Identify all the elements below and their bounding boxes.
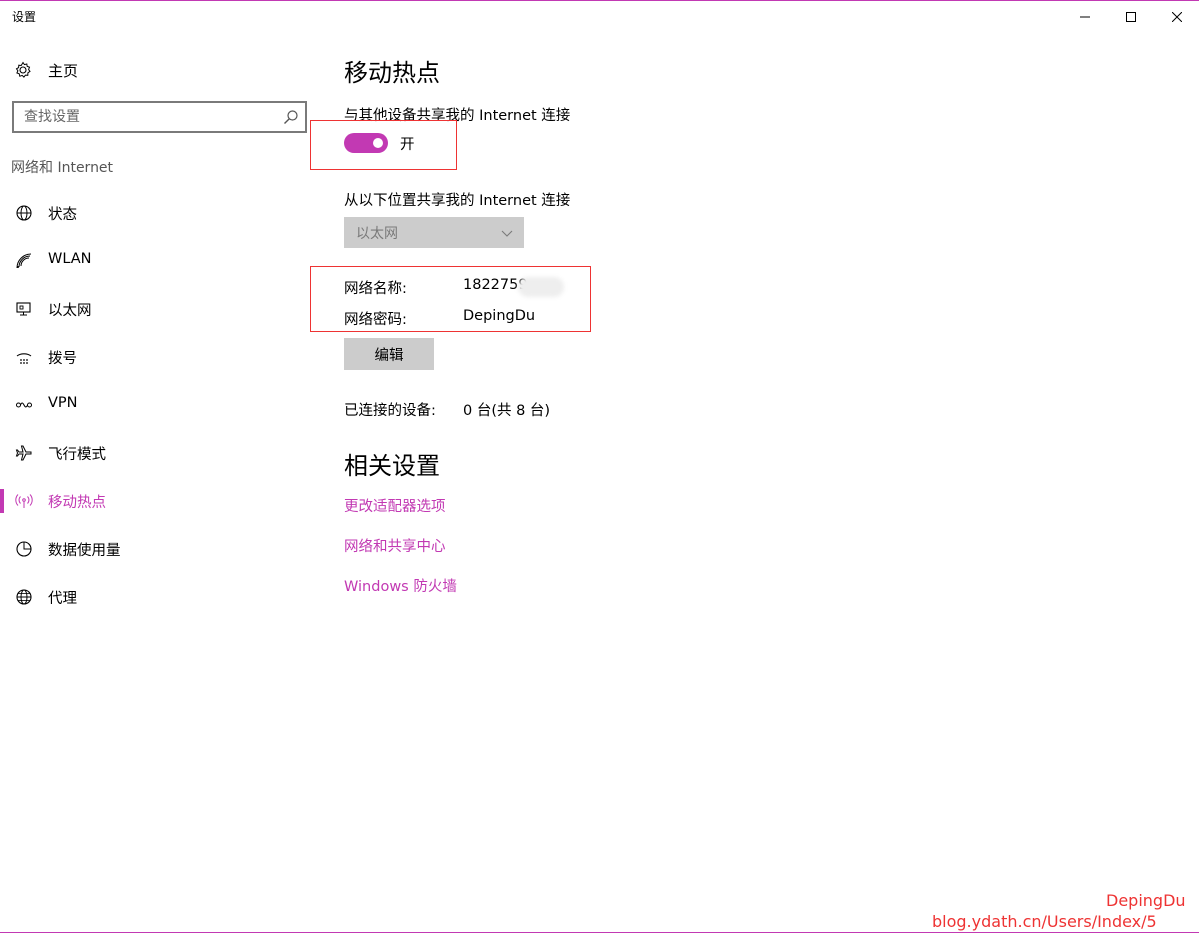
sidebar-item-label: 数据使用量 <box>48 543 121 559</box>
ethernet-icon <box>16 302 31 316</box>
sidebar: 主页 网络和 Internet 状态 W <box>0 33 320 913</box>
gear-icon <box>15 61 31 78</box>
link-network-sharing-center[interactable]: 网络和共享中心 <box>344 535 446 556</box>
dialup-icon <box>16 353 32 364</box>
sidebar-item-ethernet[interactable]: 以太网 <box>0 287 320 331</box>
close-button[interactable] <box>1154 1 1199 33</box>
chevron-down-icon <box>501 230 513 237</box>
network-password-value: DepingDu <box>463 308 536 324</box>
link-adapter-options[interactable]: 更改适配器选项 <box>344 495 446 516</box>
wifi-icon <box>16 253 32 269</box>
sidebar-home[interactable]: 主页 <box>0 53 320 87</box>
search-box[interactable] <box>12 101 307 133</box>
vpn-icon <box>16 402 32 408</box>
sidebar-item-wlan[interactable]: WLAN <box>0 239 320 283</box>
maximize-icon <box>1126 12 1136 22</box>
sidebar-item-label: VPN <box>48 395 78 411</box>
sidebar-item-label: 飞行模式 <box>48 447 106 463</box>
sidebar-item-vpn[interactable]: VPN <box>0 383 320 427</box>
sidebar-item-label: WLAN <box>48 251 92 267</box>
edit-button[interactable]: 编辑 <box>344 338 434 370</box>
sidebar-home-label: 主页 <box>48 62 79 80</box>
sidebar-item-label: 移动热点 <box>48 495 106 511</box>
hotspot-toggle[interactable] <box>344 133 388 153</box>
section-heading: 网络和 Internet <box>11 160 114 176</box>
sidebar-item-hotspot[interactable]: 移动热点 <box>0 479 320 523</box>
close-icon <box>1172 12 1182 22</box>
sidebar-item-label: 代理 <box>48 591 77 607</box>
toggle-state-label: 开 <box>400 137 415 153</box>
airplane-icon <box>15 445 32 461</box>
sidebar-item-data-usage[interactable]: 数据使用量 <box>0 527 320 571</box>
share-from-label: 从以下位置共享我的 Internet 连接 <box>344 193 571 209</box>
sidebar-item-status[interactable]: 状态 <box>0 191 320 235</box>
related-settings-title: 相关设置 <box>344 452 440 480</box>
hotspot-icon <box>15 494 33 508</box>
search-icon <box>284 110 298 124</box>
connected-devices-label: 已连接的设备: <box>344 403 436 419</box>
window-title: 设置 <box>12 10 37 24</box>
page-title: 移动热点 <box>344 59 440 87</box>
watermark-author: DepingDu <box>1106 891 1186 910</box>
link-windows-firewall[interactable]: Windows 防火墙 <box>344 575 457 596</box>
sidebar-item-label: 状态 <box>48 207 77 223</box>
settings-window: 设置 主页 网络和 Internet <box>0 0 1199 933</box>
redaction-blur <box>518 277 564 297</box>
share-from-value: 以太网 <box>356 226 398 242</box>
sidebar-item-proxy[interactable]: 代理 <box>0 575 320 619</box>
network-password-label: 网络密码: <box>344 312 407 328</box>
connected-devices-value: 0 台(共 8 台) <box>463 403 551 419</box>
sidebar-item-airplane[interactable]: 飞行模式 <box>0 431 320 475</box>
active-indicator <box>0 489 4 513</box>
watermark-url: blog.ydath.cn/Users/Index/5 <box>932 912 1157 931</box>
globe-status-icon <box>16 205 32 221</box>
title-bar: 设置 <box>0 1 1199 33</box>
main-content: 移动热点 与其他设备共享我的 Internet 连接 开 从以下位置共享我的 I… <box>310 33 1174 913</box>
data-usage-icon <box>16 541 32 557</box>
sidebar-item-dialup[interactable]: 拨号 <box>0 335 320 379</box>
maximize-button[interactable] <box>1108 1 1154 33</box>
minimize-button[interactable] <box>1062 1 1108 33</box>
toggle-knob <box>373 138 383 148</box>
search-input[interactable] <box>24 106 274 128</box>
sidebar-item-label: 拨号 <box>48 351 77 367</box>
network-name-label: 网络名称: <box>344 281 407 297</box>
globe-icon <box>16 589 32 605</box>
share-from-dropdown[interactable]: 以太网 <box>344 217 524 248</box>
sidebar-item-label: 以太网 <box>48 303 92 319</box>
minimize-icon <box>1080 16 1090 18</box>
